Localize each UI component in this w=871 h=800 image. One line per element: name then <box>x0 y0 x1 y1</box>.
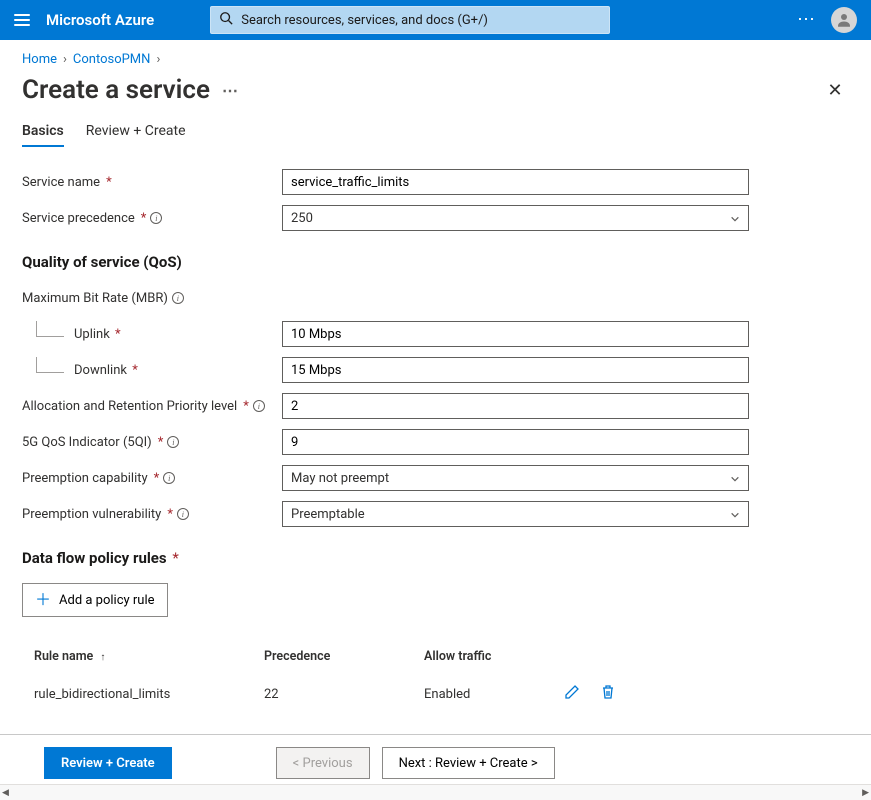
info-icon[interactable]: i <box>150 212 162 224</box>
chevron-right-icon: › <box>63 52 67 67</box>
more-icon[interactable]: ⋯ <box>797 11 817 29</box>
info-icon[interactable]: i <box>172 292 184 304</box>
preempt-capability-value: May not preempt <box>291 471 389 486</box>
chevron-down-icon <box>730 509 740 519</box>
search-input[interactable] <box>241 13 601 28</box>
cell-rule-name: rule_bidirectional_limits <box>34 687 264 702</box>
review-create-button[interactable]: Review + Create <box>44 747 172 779</box>
uplink-input[interactable] <box>282 321 749 347</box>
chevron-down-icon <box>730 473 740 483</box>
table-row: rule_bidirectional_limits 22 Enabled <box>22 674 849 714</box>
tabs: Basics Review + Create <box>22 123 849 147</box>
close-icon[interactable]: ✕ <box>821 76 849 104</box>
info-icon[interactable]: i <box>253 400 265 412</box>
info-icon[interactable]: i <box>163 472 175 484</box>
label-uplink: Uplink <box>74 327 110 342</box>
label-service-name: Service name <box>22 175 100 190</box>
breadcrumb-home[interactable]: Home <box>22 52 57 67</box>
scroll-left-icon[interactable]: ◀ <box>2 788 9 798</box>
chevron-right-icon: › <box>156 52 160 67</box>
menu-icon[interactable] <box>14 14 30 26</box>
label-service-precedence: Service precedence <box>22 211 135 226</box>
edit-icon[interactable] <box>564 684 580 704</box>
cell-allow: Enabled <box>424 687 564 702</box>
rules-table: Rule name ↑ Precedence Allow traffic rul… <box>22 639 849 714</box>
scroll-right-icon[interactable]: ▶ <box>862 788 869 798</box>
add-policy-rule-label: Add a policy rule <box>59 593 155 608</box>
info-icon[interactable]: i <box>167 436 179 448</box>
breadcrumb-contosopmn[interactable]: ContosoPMN <box>73 52 151 67</box>
preempt-vulnerability-select[interactable]: Preemptable <box>282 501 749 527</box>
service-name-input[interactable] <box>282 169 749 195</box>
label-preempt-vuln: Preemption vulnerability <box>22 507 161 522</box>
preempt-capability-select[interactable]: May not preempt <box>282 465 749 491</box>
breadcrumb: Home › ContosoPMN › <box>22 52 849 67</box>
col-precedence[interactable]: Precedence <box>264 649 424 664</box>
label-preempt-cap: Preemption capability <box>22 471 148 486</box>
service-precedence-select[interactable]: 250 <box>282 205 749 231</box>
col-rule-name[interactable]: Rule name <box>34 649 93 664</box>
next-button[interactable]: Next : Review + Create > <box>382 747 555 779</box>
brand: Microsoft Azure <box>46 11 154 29</box>
label-downlink: Downlink <box>74 363 127 378</box>
more-commands-icon[interactable]: ⋯ <box>222 81 240 100</box>
tab-basics[interactable]: Basics <box>22 123 64 147</box>
horizontal-scrollbar[interactable]: ◀ ▶ <box>0 784 871 800</box>
col-allow-traffic[interactable]: Allow traffic <box>424 649 564 664</box>
section-qos-title: Quality of service (QoS) <box>22 253 849 271</box>
downlink-input[interactable] <box>282 357 749 383</box>
avatar[interactable] <box>831 7 857 33</box>
cell-precedence: 22 <box>264 687 424 702</box>
previous-button: < Previous <box>276 747 370 779</box>
chevron-down-icon <box>730 213 740 223</box>
label-mbr: Maximum Bit Rate (MBR) <box>22 291 168 306</box>
search-icon <box>219 11 233 29</box>
page-title: Create a service <box>22 75 210 105</box>
preempt-vulnerability-value: Preemptable <box>291 507 365 522</box>
topbar: Microsoft Azure ⋯ <box>0 0 871 40</box>
section-dataflow-title: Data flow policy rules <box>22 549 167 567</box>
tree-branch-icon <box>36 357 64 373</box>
label-arp: Allocation and Retention Priority level <box>22 399 237 414</box>
arp-input[interactable] <box>282 393 749 419</box>
label-5qi: 5G QoS Indicator (5QI) <box>22 435 152 450</box>
tree-branch-icon <box>36 321 64 337</box>
sort-asc-icon: ↑ <box>100 652 105 663</box>
info-icon[interactable]: i <box>177 508 189 520</box>
search-box[interactable] <box>210 6 610 34</box>
tab-review-create[interactable]: Review + Create <box>86 123 186 147</box>
fiveqi-input[interactable] <box>282 429 749 455</box>
service-precedence-value: 250 <box>291 211 313 226</box>
delete-icon[interactable] <box>600 684 616 704</box>
plus-icon: ＋ <box>35 592 51 608</box>
add-policy-rule-button[interactable]: ＋ Add a policy rule <box>22 583 168 617</box>
